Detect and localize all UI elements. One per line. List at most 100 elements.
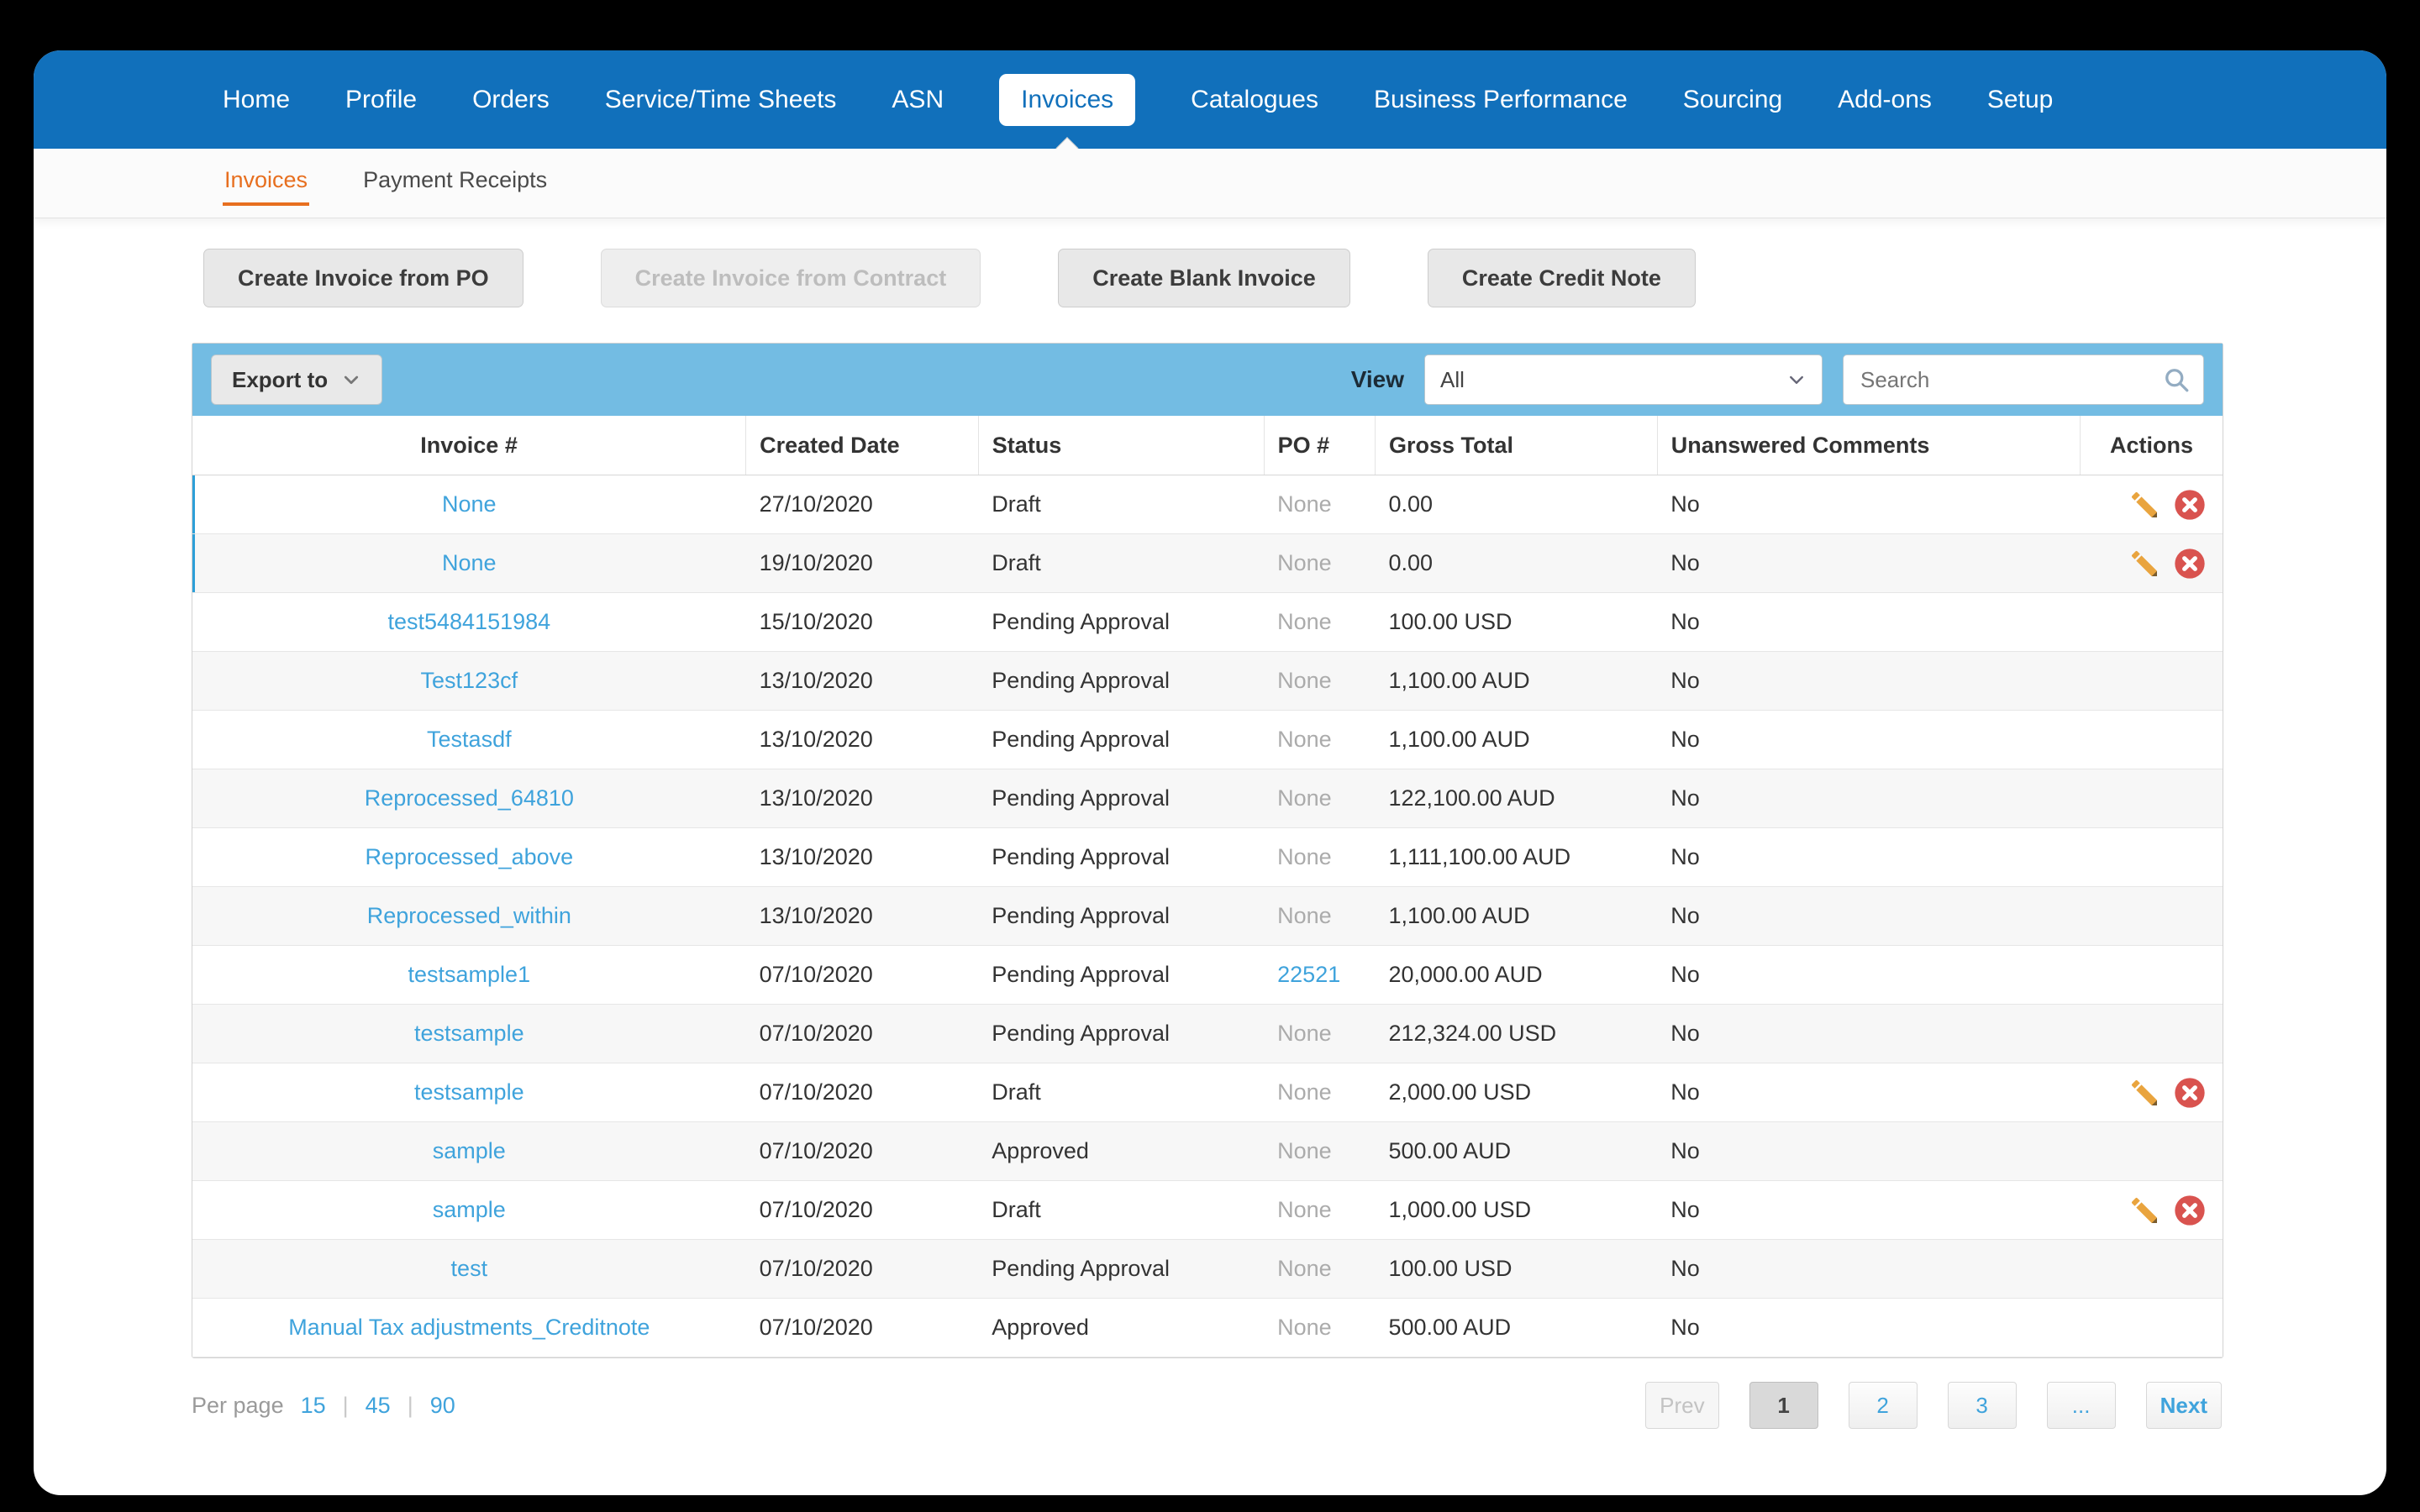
create-blank-invoice-button[interactable]: Create Blank Invoice: [1058, 249, 1350, 307]
column-header-created-date[interactable]: Created Date: [745, 416, 979, 475]
nav-item-profile[interactable]: Profile: [345, 74, 417, 126]
unanswered-comments-cell: No: [1657, 1004, 2081, 1063]
pagination-page-3[interactable]: 3: [1947, 1382, 2017, 1429]
delete-x-icon[interactable]: [2172, 1075, 2207, 1110]
edit-pencil-icon[interactable]: [2127, 487, 2162, 522]
actions-cell: [2080, 1298, 2223, 1357]
invoice-link[interactable]: Test123cf: [421, 668, 518, 693]
delete-x-icon[interactable]: [2172, 487, 2207, 522]
gross-total-cell: 1,000.00 USD: [1375, 1180, 1658, 1240]
invoice-link[interactable]: None: [442, 550, 497, 575]
edit-pencil-icon[interactable]: [2127, 1193, 2162, 1228]
pagination-next-button[interactable]: Next: [2145, 1382, 2222, 1429]
view-label: View: [1350, 366, 1404, 392]
invoice-link[interactable]: sample: [433, 1138, 506, 1163]
column-header-po[interactable]: PO #: [1263, 416, 1376, 475]
export-to-button[interactable]: Export to: [211, 354, 383, 405]
per-page-option-15[interactable]: 15: [301, 1393, 326, 1419]
unanswered-comments-cell: No: [1657, 533, 2081, 593]
unanswered-comments-cell: No: [1657, 945, 2081, 1005]
status-cell: Pending Approval: [978, 886, 1265, 946]
column-header-gross-total[interactable]: Gross Total: [1374, 416, 1658, 475]
per-page-option-90[interactable]: 90: [430, 1393, 455, 1419]
invoice-cell: None: [192, 533, 746, 593]
create-invoice-from-po-button[interactable]: Create Invoice from PO: [203, 249, 523, 307]
invoice-link[interactable]: Manual Tax adjustments_Creditnote: [288, 1315, 650, 1340]
export-to-label: Export to: [232, 366, 329, 392]
table-row: testsample 07/10/2020 Pending Approval None…: [192, 1004, 2223, 1063]
status-cell: Pending Approval: [978, 827, 1265, 887]
unanswered-comments-cell: No: [1657, 769, 2081, 828]
actions-cell: [2080, 592, 2223, 652]
subnav-tab-invoices[interactable]: Invoices: [223, 157, 310, 206]
table-footer: Per page 15 | 45 | 90 Prev 1 2 3... Next: [192, 1382, 2222, 1429]
nav-item-service-time-sheets[interactable]: Service/Time Sheets: [605, 74, 837, 126]
pagination-prev-button: Prev: [1645, 1382, 1719, 1429]
edit-pencil-icon[interactable]: [2127, 1075, 2162, 1110]
pagination-ellipsis[interactable]: ...: [2046, 1382, 2116, 1429]
create-credit-note-button[interactable]: Create Credit Note: [1427, 249, 1696, 307]
status-cell: Draft: [978, 1180, 1265, 1240]
invoice-link[interactable]: Reprocessed_64810: [365, 785, 574, 811]
edit-pencil-icon[interactable]: [2127, 546, 2162, 581]
invoice-link[interactable]: Testasdf: [427, 727, 512, 752]
gross-total-cell: 500.00 AUD: [1375, 1121, 1658, 1181]
invoice-link[interactable]: testsample: [414, 1021, 524, 1046]
invoice-link[interactable]: sample: [433, 1197, 506, 1222]
nav-item-sourcing[interactable]: Sourcing: [1683, 74, 1782, 126]
subnav-tab-payment-receipts[interactable]: Payment Receipts: [361, 157, 549, 206]
actions-cell: [2080, 1004, 2223, 1063]
view-select[interactable]: All: [1424, 354, 1823, 405]
nav-item-catalogues[interactable]: Catalogues: [1191, 74, 1318, 126]
invoice-link[interactable]: test5484151984: [387, 609, 550, 634]
invoice-link[interactable]: testsample: [414, 1079, 524, 1105]
nav-item-asn[interactable]: ASN: [892, 74, 944, 126]
view-select-value: All: [1440, 366, 1465, 392]
column-header-invoice[interactable]: Invoice #: [192, 416, 746, 475]
nav-item-orders[interactable]: Orders: [472, 74, 550, 126]
delete-x-icon[interactable]: [2172, 546, 2207, 581]
created-date-cell: 13/10/2020: [745, 827, 979, 887]
create-actions-row: Create Invoice from PO Create Invoice fro…: [203, 249, 2386, 307]
actions-cell: [2080, 769, 2223, 828]
app-window: Home Profile Orders Service/Time Sheets ASN I…: [34, 50, 2386, 1495]
table-row: testsample1 07/10/2020 Pending Approval 225…: [192, 945, 2223, 1005]
status-cell: Pending Approval: [978, 1239, 1265, 1299]
invoice-cell: Testasdf: [192, 710, 746, 769]
table-header-row: Invoice # Created Date Status PO # Gross Tot…: [192, 416, 2223, 475]
unanswered-comments-cell: No: [1657, 1180, 2081, 1240]
po-none: None: [1277, 1315, 1332, 1340]
table-row: Reprocessed_above 13/10/2020 Pending Appro…: [192, 827, 2223, 887]
nav-item-add-ons[interactable]: Add-ons: [1838, 74, 1932, 126]
search-input[interactable]: [1859, 365, 2161, 394]
nav-item-setup[interactable]: Setup: [1987, 74, 2053, 126]
po-link[interactable]: 22521: [1277, 962, 1340, 987]
pagination: Prev 1 2 3... Next: [1645, 1382, 2222, 1429]
invoice-link[interactable]: Reprocessed_within: [367, 903, 571, 928]
po-cell: None: [1264, 1004, 1376, 1063]
delete-x-icon[interactable]: [2172, 1193, 2207, 1228]
gross-total-cell: 1,100.00 AUD: [1375, 886, 1658, 946]
nav-item-home[interactable]: Home: [223, 74, 290, 126]
column-header-unanswered-comments[interactable]: Unanswered Comments: [1656, 416, 2081, 475]
po-cell: None: [1264, 475, 1376, 534]
nav-item-business-performance[interactable]: Business Performance: [1374, 74, 1628, 126]
actions-cell: [2080, 1239, 2223, 1299]
invoice-link[interactable]: testsample1: [408, 962, 531, 987]
actions-cell: [2080, 710, 2223, 769]
row-actions: [2081, 487, 2207, 522]
column-header-actions[interactable]: Actions: [2080, 416, 2223, 475]
pagination-page-2[interactable]: 2: [1848, 1382, 1918, 1429]
nav-item-invoices[interactable]: Invoices: [999, 73, 1136, 126]
per-page-option-45[interactable]: 45: [366, 1393, 391, 1419]
created-date-cell: 07/10/2020: [745, 1239, 979, 1299]
column-header-status[interactable]: Status: [977, 416, 1265, 475]
table-row: None 19/10/2020 Draft None 0.00 No: [192, 533, 2223, 593]
status-cell: Draft: [978, 1063, 1265, 1122]
invoice-link[interactable]: None: [442, 491, 497, 517]
invoice-cell: testsample1: [192, 945, 746, 1005]
chevron-down-icon: [1786, 370, 1807, 390]
search-icon[interactable]: [2161, 365, 2191, 395]
invoice-link[interactable]: Reprocessed_above: [365, 844, 573, 869]
invoice-link[interactable]: test: [451, 1256, 488, 1281]
